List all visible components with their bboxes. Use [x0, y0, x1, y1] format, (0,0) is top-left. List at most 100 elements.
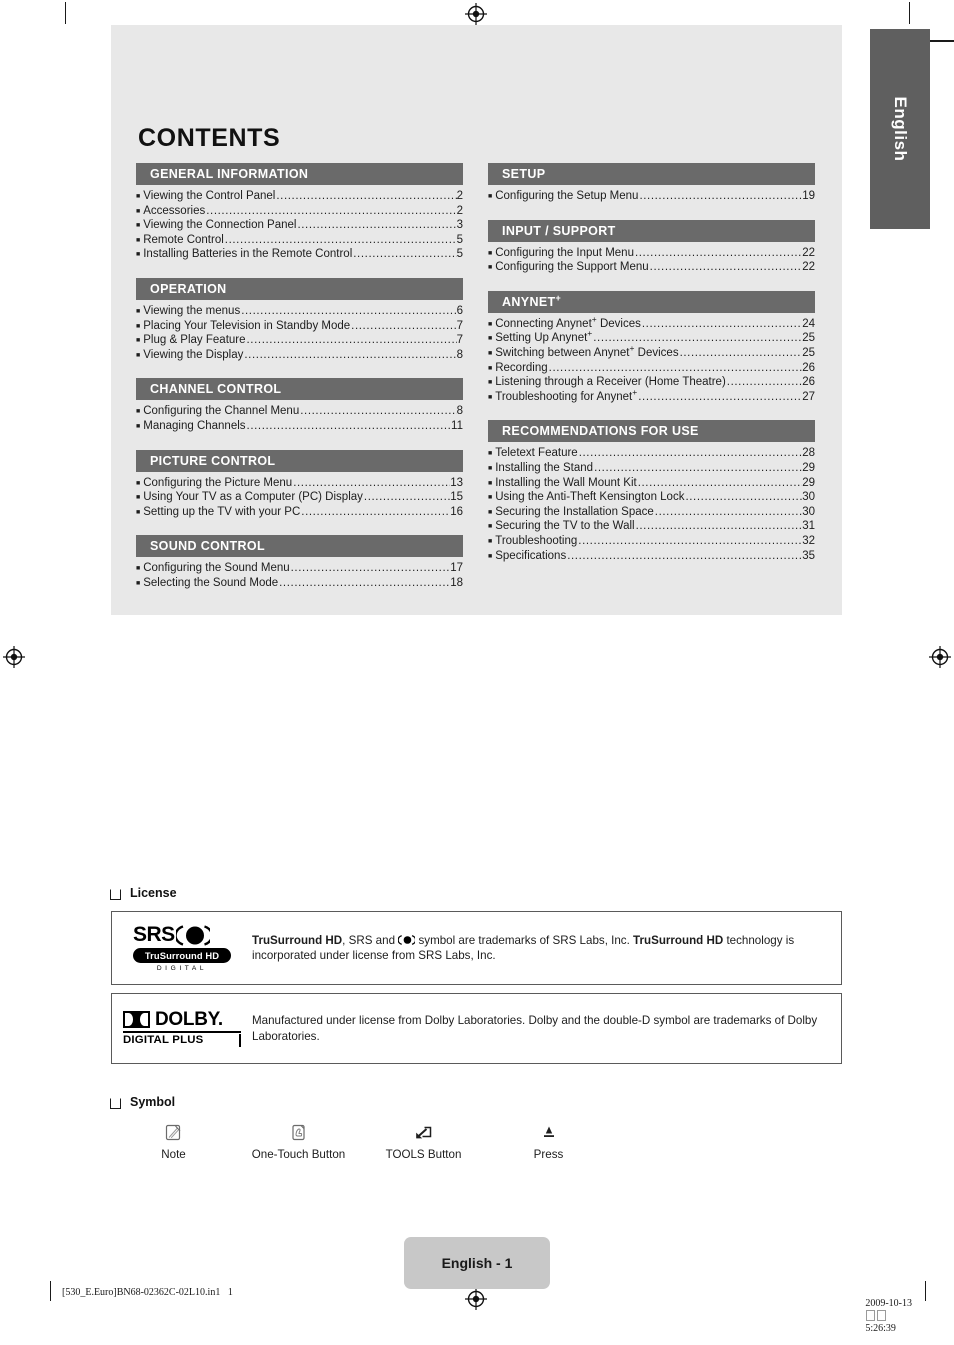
toc-page-number: 35	[802, 549, 815, 562]
toc-page-number: 15	[450, 491, 463, 504]
toc-item[interactable]: ■ Listening through a Receiver (Home Thea…	[488, 375, 815, 390]
toc-page-number: 29	[802, 476, 815, 489]
toc-item[interactable]: ■ Remote Control.........................…	[136, 233, 463, 248]
toc-item[interactable]: ■ Securing the TV to the Wall............…	[488, 519, 815, 534]
toc-item[interactable]: ■ Viewing the Control Panel..............…	[136, 189, 463, 204]
toc-bullet-icon: ■	[488, 335, 493, 343]
toc-item[interactable]: ■ Recording..............................…	[488, 361, 815, 376]
language-tab: English	[870, 29, 930, 229]
toc-item-label-text: Switching between Anynet	[495, 346, 630, 359]
toc-leader-dots: ........................................…	[637, 476, 803, 489]
toc-item[interactable]: ■ Viewing the menus......................…	[136, 304, 463, 319]
toc-item[interactable]: ■ Selecting the Sound Mode...............…	[136, 576, 463, 591]
one-touch-button-icon	[236, 1118, 361, 1146]
toc-bullet-icon: ■	[488, 552, 493, 560]
toc-page-number: 8	[456, 405, 463, 418]
toc-group-header-text: GENERAL INFORMATION	[150, 167, 309, 181]
toc-item[interactable]: ■ Setting up the TV with your PC.........…	[136, 505, 463, 520]
toc-item[interactable]: ■ Configuring the Channel Menu...........…	[136, 404, 463, 419]
toc-item[interactable]: ■ Viewing the Connection Panel...........…	[136, 218, 463, 233]
symbol-item-note: Note	[111, 1118, 236, 1161]
toc-leader-dots: ........................................…	[224, 233, 457, 246]
toc-bullet-icon: ■	[136, 322, 141, 330]
toc-item[interactable]: ■ Viewing the Display....................…	[136, 348, 463, 363]
toc-item-label-text: Configuring the Sound Menu	[143, 562, 290, 575]
toc-item[interactable]: ■ Using Your TV as a Computer (PC) Displa…	[136, 490, 463, 505]
toc-item-label-text: Listening through a Receiver (Home Theat…	[495, 376, 726, 389]
toc-item[interactable]: ■ Connecting Anynet+ Devices.............…	[488, 315, 815, 332]
toc-leader-dots: ........................................…	[649, 261, 803, 274]
toc-item[interactable]: ■ Specifications.........................…	[488, 549, 815, 564]
toc-item-label: Configuring the Support Menu	[495, 260, 648, 275]
registration-mark-top	[465, 3, 487, 25]
page-number-badge: English - 1	[404, 1237, 550, 1289]
toc-item[interactable]: ■ Accessories............................…	[136, 204, 463, 219]
toc-item-superscript: +	[632, 386, 638, 397]
toc-page-number: 5	[456, 233, 463, 246]
toc-item[interactable]: ■ Configuring the Sound Menu.............…	[136, 561, 463, 576]
toc-item-label-text: Setting Up Anynet	[495, 332, 588, 345]
toc-item-list: ■ Connecting Anynet+ Devices.............…	[488, 313, 815, 405]
toc-page-number: 7	[456, 319, 463, 332]
toc-item[interactable]: ■ Configuring the Input Menu.............…	[488, 246, 815, 261]
toc-page-number: 32	[802, 534, 815, 547]
toc-item[interactable]: ■ Switching between Anynet+ Devices......…	[488, 344, 815, 361]
license-box-dolby: DOLBY. DIGITAL PLUS Manufactured under l…	[111, 993, 842, 1064]
toc-item[interactable]: ■ Teletext Feature.......................…	[488, 446, 815, 461]
toc-item-list: ■ Configuring the Channel Menu...........…	[136, 400, 463, 433]
srs-text-mid: , SRS and	[342, 933, 399, 947]
toc-item[interactable]: ■ Troubleshooting........................…	[488, 534, 815, 549]
toc-item[interactable]: ■ Placing Your Television in Standby Mode…	[136, 319, 463, 334]
toc-item-label-text: Teletext Feature	[495, 447, 578, 460]
print-footer-filename: [530_E.Euro]BN68-02362C-02L10.in1 1	[62, 1287, 233, 1298]
toc-item-label-text: Recording	[495, 361, 548, 374]
toc-bullet-icon: ■	[136, 565, 141, 573]
toc-leader-dots: ........................................…	[679, 346, 803, 359]
toc-page-number: 11	[451, 419, 463, 432]
toc-item-label: Placing Your Television in Standby Mode	[143, 319, 350, 334]
toc-bullet-icon: ■	[488, 379, 493, 387]
toc-item[interactable]: ■ Configuring the Setup Menu.............…	[488, 189, 815, 204]
toc-leader-dots: ........................................…	[578, 534, 803, 547]
toc-page-number: 5	[456, 248, 463, 261]
toc-item[interactable]: ■ Securing the Installation Space........…	[488, 505, 815, 520]
toc-group-header: SETUP	[488, 163, 815, 185]
toc-item[interactable]: ■ Installing the Wall Mount Kit..........…	[488, 476, 815, 491]
toc-item-label: Plug & Play Feature	[143, 333, 245, 348]
toc-item[interactable]: ■ Configuring the Picture Menu...........…	[136, 476, 463, 491]
toc-item-list: ■ Teletext Feature.......................…	[488, 442, 815, 563]
toc-group-header-text: CHANNEL CONTROL	[150, 382, 282, 397]
toc-item[interactable]: ■ Using the Anti-Theft Kensington Lock...…	[488, 490, 815, 505]
toc-item[interactable]: ■ Installing Batteries in the Remote Cont…	[136, 247, 463, 262]
toc-bullet-icon: ■	[136, 494, 141, 502]
toc-item-label-text: Using the Anti-Theft Kensington Lock	[495, 491, 685, 504]
toc-group-header-text: SOUND CONTROL	[150, 539, 265, 554]
section-bullet-icon	[110, 888, 121, 900]
toc-item[interactable]: ■ Installing the Stand...................…	[488, 461, 815, 476]
toc-bullet-icon: ■	[488, 479, 493, 487]
toc-leader-dots: ........................................…	[685, 491, 802, 504]
toc-item-label-text: Installing the Wall Mount Kit	[495, 476, 637, 489]
toc-group-header: CHANNEL CONTROL	[136, 378, 463, 401]
toc-item-label-text: Accessories	[143, 204, 206, 217]
toc-bullet-icon: ■	[488, 494, 493, 502]
toc-group-header: ANYNET+	[488, 290, 815, 313]
toc-item[interactable]: ■ Setting Up Anynet+.....................…	[488, 329, 815, 346]
toc-item-label-text: Configuring the Channel Menu	[143, 405, 300, 418]
toc-item[interactable]: ■ Configuring the Support Menu...........…	[488, 260, 815, 275]
srs-inline-symbol-icon	[397, 934, 417, 947]
toc-item-label-text: Placing Your Television in Standby Mode	[143, 319, 351, 332]
toc-item[interactable]: ■ Managing Channels......................…	[136, 419, 463, 434]
toc-item-label-text: Troubleshooting	[495, 534, 578, 547]
toc-item-label: Recording	[495, 361, 547, 376]
toc-leader-dots: ........................................…	[297, 219, 457, 232]
toc-page-number: 26	[802, 361, 815, 374]
toc-item[interactable]: ■ Plug & Play Feature....................…	[136, 333, 463, 348]
toc-item-label: Installing the Stand	[495, 461, 593, 476]
toc-item-label-suffix: Devices	[634, 346, 679, 359]
registration-mark-left	[3, 646, 25, 668]
srs-text-bold-1: TruSurround HD	[252, 933, 343, 947]
toc-leader-dots: ........................................…	[293, 476, 451, 489]
srs-trusurround-pill: TruSurround HD	[133, 948, 231, 963]
toc-item[interactable]: ■ Troubleshooting for Anynet+............…	[488, 386, 815, 405]
